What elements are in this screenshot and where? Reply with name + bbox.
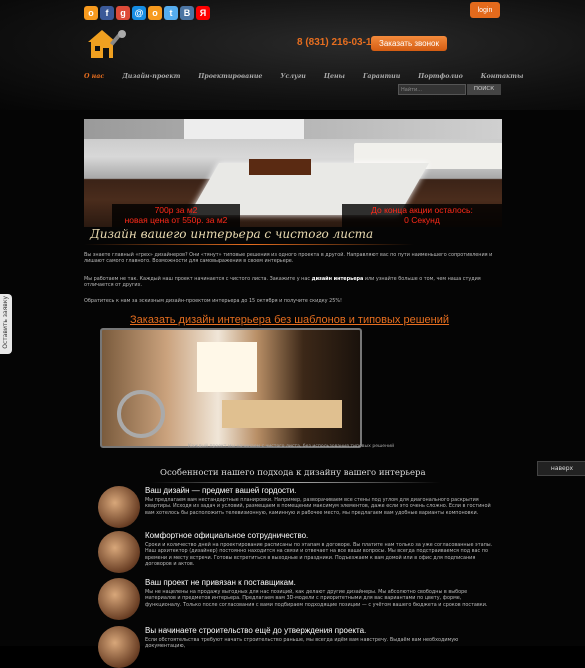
- twitter-icon[interactable]: t: [164, 6, 178, 20]
- nav-item-prices[interactable]: Цены: [324, 73, 345, 85]
- yandex-icon[interactable]: Я: [196, 6, 210, 20]
- leave-request-label: Оставить заявку: [2, 296, 9, 349]
- price-new: новая цена от 550р. за м2: [124, 215, 228, 225]
- feature-title: Ваш проект не привязан к поставщикам.: [145, 578, 296, 587]
- order-design-link[interactable]: Заказать дизайн интерьера без шаблонов и…: [130, 314, 449, 326]
- feature-title: Вы начинаете строительство ещё до утверж…: [145, 626, 367, 635]
- page: о f g @ o t B Я login 8 (831) 216-03-12 Заказат…: [0, 0, 585, 668]
- phone-number[interactable]: 8 (831) 216-03-12: [297, 37, 377, 48]
- nav-item-planning[interactable]: Проектирование: [198, 73, 262, 85]
- vk-icon[interactable]: B: [180, 6, 194, 20]
- house-logo-icon[interactable]: [84, 26, 128, 60]
- ok-icon[interactable]: o: [148, 6, 162, 20]
- photo-couch: [222, 400, 342, 428]
- nav-item-guarantees[interactable]: Гарантии: [363, 73, 400, 85]
- promo-label: До конца акции осталось:: [371, 205, 473, 215]
- design-link[interactable]: дизайн интерьера: [312, 276, 364, 282]
- google-icon[interactable]: g: [116, 6, 130, 20]
- photo-lamp: [117, 390, 165, 438]
- promo-countdown: До конца акции осталось: 0 Секунд: [342, 204, 502, 227]
- promo-timer: 0 Секунд: [404, 215, 440, 225]
- nav-item-services[interactable]: Услуги: [280, 73, 305, 85]
- intro-paragraph-1: Вы знаете главный «грех» дизайнеров? Они…: [84, 252, 493, 265]
- intro-paragraph-2: Мы работаем не так. Каждый наш проект на…: [84, 276, 502, 289]
- feature-title: Комфортное официальное сотрудничество.: [145, 531, 309, 540]
- discount-paragraph: Обратитесь к нам за эскизным дизайн-прое…: [84, 298, 342, 304]
- intro-text: Мы работаем не так. Каждый наш проект на…: [84, 276, 312, 282]
- feature-description: Если обстоятельства требуют начать строи…: [145, 637, 459, 650]
- search-button[interactable]: ПОИСК: [467, 84, 501, 95]
- call-request-button[interactable]: Заказать звонок: [371, 36, 447, 51]
- feature-description: Сроки и количество дней на проектировани…: [145, 542, 493, 567]
- social-links: о f g @ o t B Я: [84, 6, 210, 20]
- leave-request-tab[interactable]: Оставить заявку: [0, 294, 12, 354]
- construction-icon: [98, 626, 140, 668]
- interior-photo: [100, 328, 362, 448]
- photo-caption: Каждый проект мы начинаем с чистого лист…: [188, 444, 395, 449]
- odnoklassniki-icon[interactable]: о: [84, 6, 98, 20]
- title-divider: [84, 244, 414, 245]
- furniture-icon: [98, 578, 140, 620]
- search-input[interactable]: Найти...: [398, 84, 466, 95]
- login-button[interactable]: login: [470, 2, 500, 18]
- price-badge: 700р за м2 новая цена от 550р. за м2: [112, 204, 240, 227]
- nav-item-design-project[interactable]: Дизайн-проект: [122, 73, 180, 85]
- handshake-icon: [98, 531, 140, 573]
- facebook-icon[interactable]: f: [100, 6, 114, 20]
- feature-description: Мы предлагаем вам нестандартные планиров…: [145, 497, 491, 516]
- hero-table: [249, 159, 311, 175]
- person-surprised-icon: [98, 486, 140, 528]
- features-divider: [150, 482, 440, 483]
- features-title: Особенности нашего подхода к дизайну ваш…: [160, 468, 426, 478]
- hero-banner: 700р за м2 новая цена от 550р. за м2 До …: [84, 119, 502, 227]
- nav-item-about[interactable]: О нас: [84, 73, 104, 85]
- page-title: Дизайн вашего интерьера с чистого листа: [90, 227, 374, 241]
- price-old: 700р за м2: [154, 205, 198, 215]
- photo-window: [197, 342, 257, 392]
- feature-title: Ваш дизайн — предмет вашей гордости.: [145, 486, 297, 495]
- feature-description: Мы не нацелены на продажу выгодных для н…: [145, 589, 488, 608]
- scroll-top-button[interactable]: наверх: [537, 461, 585, 476]
- hero-window: [184, 119, 304, 139]
- mailru-icon[interactable]: @: [132, 6, 146, 20]
